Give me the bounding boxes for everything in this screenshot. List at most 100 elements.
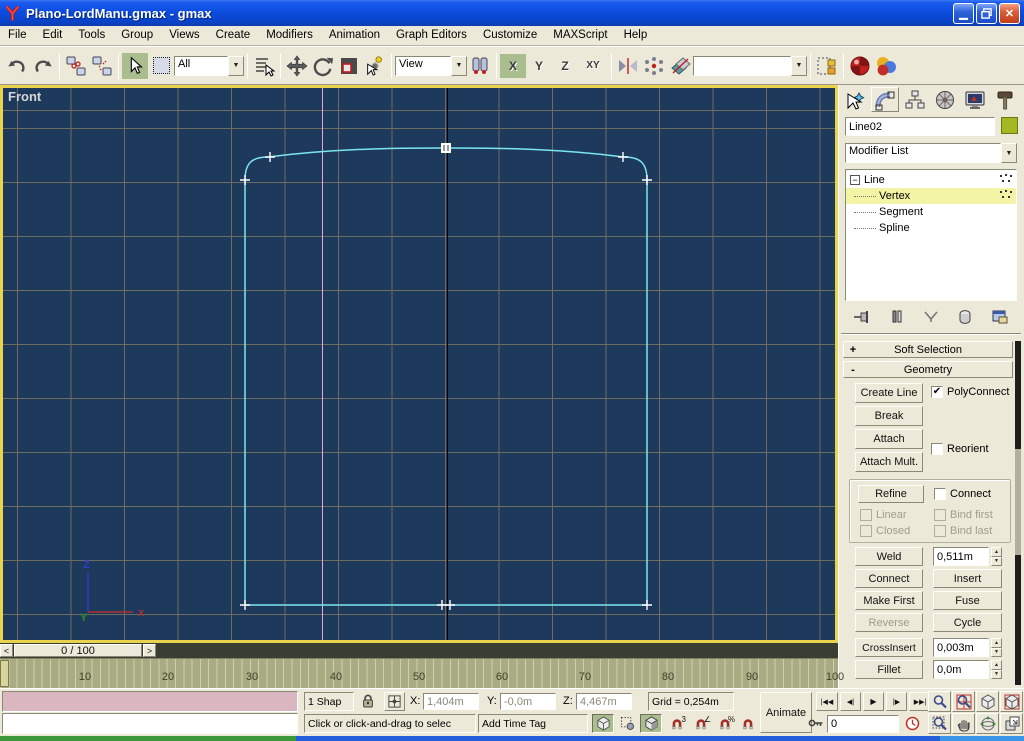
y-coordinate-field[interactable]: -0,0m xyxy=(500,693,556,710)
snap-3d-toggle-button[interactable] xyxy=(640,714,662,733)
stack-item-segment[interactable]: Segment xyxy=(846,204,1016,220)
rollout-geometry[interactable]: - Geometry xyxy=(843,361,1013,378)
select-object-button[interactable] xyxy=(122,53,148,79)
snap-toggle-button[interactable] xyxy=(592,714,614,733)
menu-modifiers[interactable]: Modifiers xyxy=(258,26,321,45)
show-end-result-button[interactable] xyxy=(885,307,909,327)
named-selection-sets-dropdown[interactable]: ▼ xyxy=(693,56,807,76)
menu-group[interactable]: Group xyxy=(113,26,161,45)
restrict-to-y-button[interactable]: Y xyxy=(526,54,552,78)
material-editor-button[interactable] xyxy=(847,53,873,79)
key-mode-toggle[interactable] xyxy=(808,716,824,734)
polyconnect-checkbox[interactable]: ✔ PolyConnect xyxy=(931,386,1009,398)
previous-frame-button[interactable]: ◀| xyxy=(840,692,861,711)
add-time-tag[interactable]: Add Time Tag xyxy=(478,714,588,733)
angle-snap-toggle-button[interactable]: ∠ xyxy=(690,714,712,733)
next-frame-button[interactable]: |▶ xyxy=(886,692,907,711)
scrollbar-thumb[interactable] xyxy=(1015,449,1021,555)
refine-button[interactable]: Refine xyxy=(858,485,924,503)
time-slider-button[interactable]: 0 / 100 xyxy=(14,644,142,657)
mirror-button[interactable] xyxy=(615,53,641,79)
tab-display[interactable] xyxy=(961,87,989,112)
reorient-checkbox[interactable]: Reorient xyxy=(931,443,989,455)
break-button[interactable]: Break xyxy=(855,406,923,426)
menu-file[interactable]: File xyxy=(0,26,35,45)
align-button[interactable] xyxy=(667,53,693,79)
viewport-front[interactable]: Z x Y Front xyxy=(0,85,838,643)
region-zoom-button[interactable] xyxy=(928,713,951,734)
tab-motion[interactable] xyxy=(931,87,959,112)
redo-button[interactable] xyxy=(30,53,56,79)
select-and-scale-button[interactable] xyxy=(336,53,362,79)
bind-last-checkbox[interactable]: Bind last xyxy=(934,525,992,537)
spinner-up-icon[interactable]: ▲ xyxy=(991,660,1002,670)
selection-region-button[interactable] xyxy=(148,53,174,79)
menu-help[interactable]: Help xyxy=(616,26,656,45)
remove-modifier-button[interactable] xyxy=(953,307,977,327)
viewport-label[interactable]: Front xyxy=(8,89,41,104)
cycle-button[interactable]: Cycle xyxy=(933,613,1002,632)
maxscript-mini-listener-white[interactable] xyxy=(2,713,298,734)
restrict-to-z-button[interactable]: Z xyxy=(552,54,578,78)
close-button[interactable]: ✕ xyxy=(999,3,1020,24)
select-and-link-button[interactable] xyxy=(63,53,89,79)
spinner-down-icon[interactable]: ▼ xyxy=(991,648,1002,658)
make-first-button[interactable]: Make First xyxy=(855,591,923,610)
absolute-offset-toggle[interactable] xyxy=(384,692,405,711)
spinner-up-icon[interactable]: ▲ xyxy=(991,638,1002,648)
cross-insert-field[interactable]: 0,003m xyxy=(933,638,989,657)
select-and-manipulate-button[interactable] xyxy=(362,53,388,79)
fillet-spinner[interactable]: ▲ ▼ xyxy=(991,660,1002,679)
use-pivot-point-center-button[interactable] xyxy=(467,53,493,79)
arc-rotate-button[interactable] xyxy=(976,713,999,734)
reference-coordinate-system-dropdown[interactable]: View ▼ xyxy=(395,56,467,76)
play-button[interactable]: ▶ xyxy=(863,692,884,711)
unlink-selection-button[interactable] xyxy=(89,53,115,79)
weld-threshold-spinner[interactable]: ▲ ▼ xyxy=(991,547,1002,566)
tab-create[interactable] xyxy=(841,87,869,112)
select-by-name-button[interactable] xyxy=(251,53,277,79)
track-bar-frame-handle[interactable] xyxy=(0,660,9,687)
spinner-up-icon[interactable]: ▲ xyxy=(991,547,1002,557)
minimize-button[interactable]: ▁ xyxy=(953,3,974,24)
time-configuration-button[interactable] xyxy=(902,714,922,733)
object-color-swatch[interactable] xyxy=(1001,117,1018,134)
zoom-all-button[interactable] xyxy=(952,691,975,712)
attach-mult-button[interactable]: Attach Mult. xyxy=(855,452,923,472)
create-line-button[interactable]: Create Line xyxy=(855,383,923,403)
go-to-start-button[interactable]: |◀◀ xyxy=(816,692,838,711)
time-slider-prev-button[interactable]: < xyxy=(0,644,13,657)
linear-checkbox[interactable]: Linear xyxy=(860,509,907,521)
closed-checkbox[interactable]: Closed xyxy=(860,525,910,537)
time-slider-next-button[interactable]: > xyxy=(143,644,156,657)
taskbar-start-segment[interactable] xyxy=(0,736,296,741)
weld-button[interactable]: Weld xyxy=(855,547,923,566)
weld-threshold-field[interactable]: 0,511m xyxy=(933,547,989,566)
menu-tools[interactable]: Tools xyxy=(70,26,113,45)
rollout-scrollbar[interactable] xyxy=(1015,341,1021,685)
min-max-toggle-button[interactable] xyxy=(1000,713,1023,734)
stack-item-vertex[interactable]: Vertex xyxy=(846,188,1016,204)
zoom-extents-button[interactable] xyxy=(976,691,999,712)
spinner-down-icon[interactable]: ▼ xyxy=(991,670,1002,680)
zoom-extents-all-button[interactable] xyxy=(1000,691,1023,712)
connect-button[interactable]: Connect xyxy=(855,569,923,588)
tab-hierarchy[interactable] xyxy=(901,87,929,112)
object-name-field[interactable]: Line02 xyxy=(845,117,995,136)
bind-first-checkbox[interactable]: Bind first xyxy=(934,509,993,521)
spinner-down-icon[interactable]: ▼ xyxy=(991,557,1002,567)
track-view-button[interactable] xyxy=(814,53,840,79)
current-frame-field[interactable]: 0 xyxy=(827,715,899,733)
configure-modifier-sets-button[interactable] xyxy=(988,307,1012,327)
fillet-field[interactable]: 0,0m xyxy=(933,660,989,679)
selection-lock-toggle[interactable] xyxy=(360,693,376,712)
select-and-rotate-button[interactable] xyxy=(310,53,336,79)
track-bar[interactable]: 10 20 30 40 50 60 70 80 90 100 xyxy=(0,658,838,688)
animate-button[interactable]: Animate xyxy=(760,692,812,733)
attach-button[interactable]: Attach xyxy=(855,429,923,449)
stack-item-line[interactable]: − Line xyxy=(846,172,1016,188)
z-coordinate-field[interactable]: 4,467m xyxy=(576,693,632,710)
restrict-to-x-button[interactable]: X xyxy=(500,54,526,78)
zoom-button[interactable] xyxy=(928,691,951,712)
menu-graph-editors[interactable]: Graph Editors xyxy=(388,26,475,45)
